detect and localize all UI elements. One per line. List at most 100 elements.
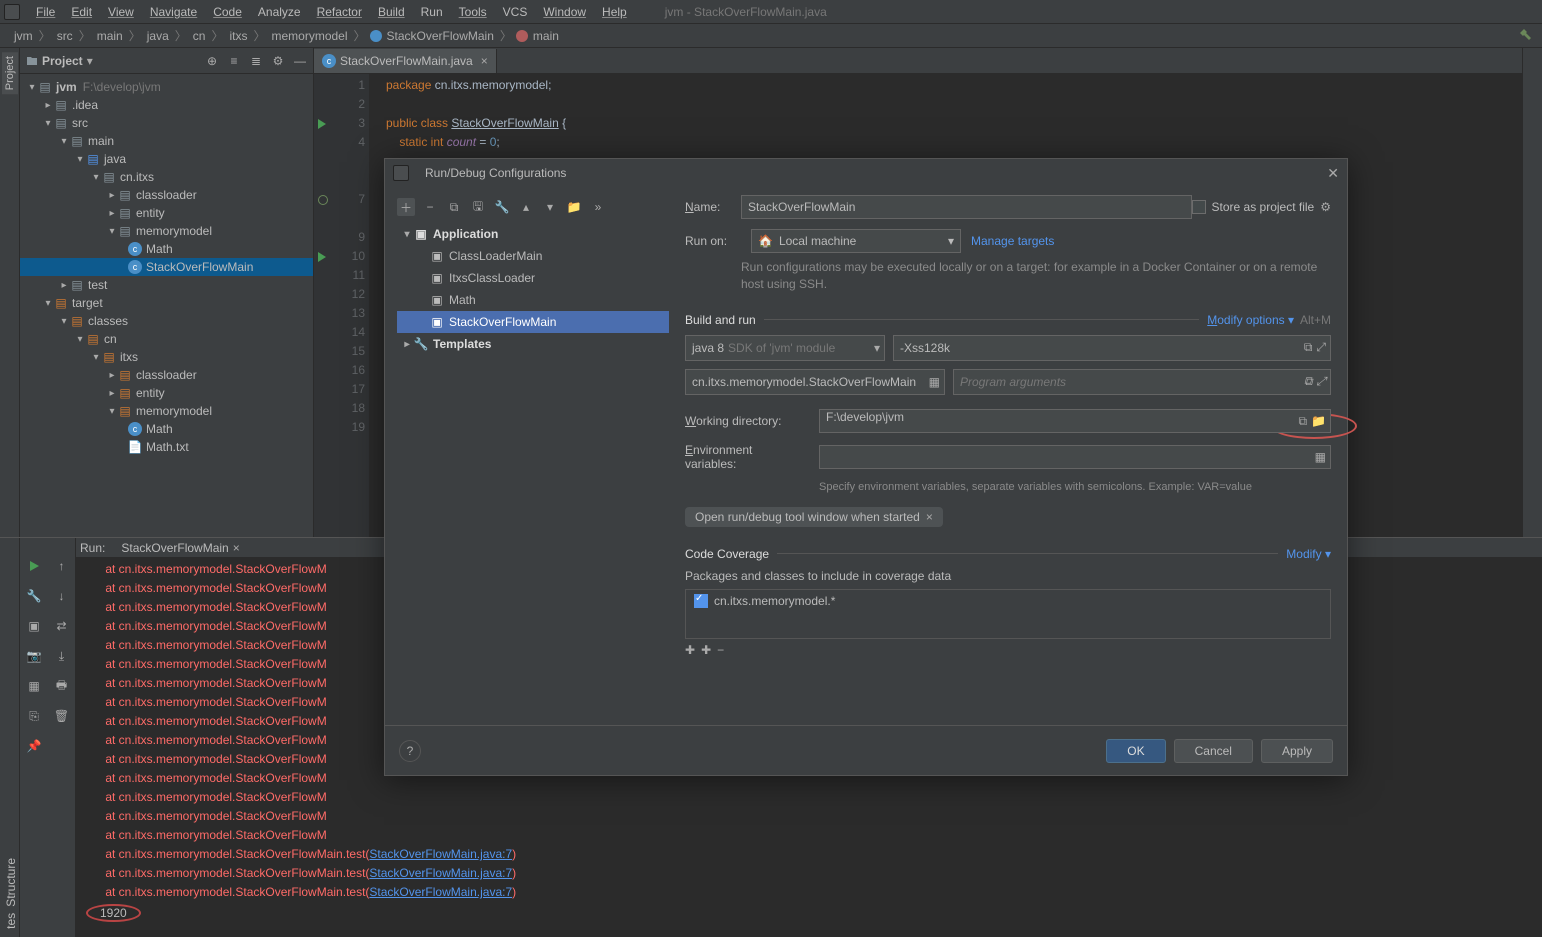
tree-cn[interactable]: ▾▤cn xyxy=(20,330,313,348)
menu-window[interactable]: Window xyxy=(535,3,594,21)
coverage-item[interactable]: cn.itxs.memorymodel.* xyxy=(714,594,835,608)
browse-icon[interactable]: ▦ xyxy=(929,375,940,389)
project-tab[interactable]: Project xyxy=(2,52,18,94)
browse-folder-icon[interactable]: 📁 xyxy=(1311,414,1326,429)
vm-options-input[interactable]: -Xss128k ⧉⤢ xyxy=(893,335,1331,361)
stacktrace-link[interactable]: StackOverFlowMain.java:7 xyxy=(369,847,512,861)
tree-idea[interactable]: ▸▤.idea xyxy=(20,96,313,114)
tree-main[interactable]: ▾▤main xyxy=(20,132,313,150)
config-stackoverflowmain[interactable]: ▣StackOverFlowMain xyxy=(397,311,669,333)
tree-stackoverflowmain[interactable]: cStackOverFlowMain xyxy=(20,258,313,276)
tree-t-memorymodel[interactable]: ▾▤memorymodel xyxy=(20,402,313,420)
tree-classloader[interactable]: ▸▤classloader xyxy=(20,186,313,204)
tree-memorymodel[interactable]: ▾▤memorymodel xyxy=(20,222,313,240)
run-gutter-icon[interactable] xyxy=(318,119,326,129)
structure-tab[interactable]: tes Structure xyxy=(2,854,20,933)
manage-targets-link[interactable]: Manage targets xyxy=(971,234,1054,248)
gear-icon[interactable]: ⚙ xyxy=(271,54,285,68)
run-tab[interactable]: StackOverFlowMain× xyxy=(113,539,247,557)
remove-pill-icon[interactable]: × xyxy=(926,510,933,524)
locate-icon[interactable]: ⊕ xyxy=(205,54,219,68)
override-gutter-icon[interactable] xyxy=(318,195,328,205)
tree-classes[interactable]: ▾▤classes xyxy=(20,312,313,330)
close-icon[interactable]: ✕ xyxy=(1327,165,1339,182)
layout-icon[interactable]: ▦ xyxy=(26,678,42,694)
tree-java[interactable]: ▾▤java xyxy=(20,150,313,168)
copy-icon[interactable]: ⧉ xyxy=(445,198,463,216)
add-class-icon[interactable]: ✚ xyxy=(701,643,711,657)
tree-root[interactable]: ▾▤jvmF:\develop\jvm xyxy=(20,78,313,96)
config-itxsclassloader[interactable]: ▣ItxsClassLoader xyxy=(397,267,669,289)
menu-edit[interactable]: Edit xyxy=(63,3,100,21)
name-input[interactable] xyxy=(741,195,1192,219)
config-classloadermain[interactable]: ▣ClassLoaderMain xyxy=(397,245,669,267)
wrench-icon[interactable]: 🔧 xyxy=(26,588,42,604)
crumb-method[interactable]: main xyxy=(531,29,561,43)
stop-icon[interactable]: ▣ xyxy=(26,618,42,634)
hammer-icon[interactable] xyxy=(1518,27,1534,43)
crumb-memorymodel[interactable]: memorymodel xyxy=(269,29,349,43)
add-icon[interactable]: ＋ xyxy=(397,198,415,216)
up-icon[interactable]: ↑ xyxy=(54,558,70,574)
tree-t-math[interactable]: cMath xyxy=(20,420,313,438)
run-on-select[interactable]: 🏠 Local machine ▾ xyxy=(751,229,961,253)
rerun-icon[interactable] xyxy=(26,558,42,574)
menu-file[interactable]: File xyxy=(28,3,63,21)
coverage-modify-link[interactable]: Modify ▾ xyxy=(1286,547,1331,561)
crumb-itxs[interactable]: itxs xyxy=(227,29,249,43)
env-input[interactable]: ▦ xyxy=(819,445,1331,469)
crumb-cn[interactable]: cn xyxy=(191,29,208,43)
menu-view[interactable]: View xyxy=(100,3,142,21)
wrap-icon[interactable]: ⇄ xyxy=(54,618,70,634)
run-gutter-icon[interactable] xyxy=(318,252,326,262)
menu-run[interactable]: Run xyxy=(413,3,451,21)
tree-itxs[interactable]: ▾▤itxs xyxy=(20,348,313,366)
sdk-select[interactable]: java 8SDK of 'jvm' module ▾ xyxy=(685,335,885,361)
menu-refactor[interactable]: Refactor xyxy=(309,3,370,21)
stacktrace-link[interactable]: StackOverFlowMain.java:7 xyxy=(369,866,512,880)
ok-button[interactable]: OK xyxy=(1106,739,1165,763)
config-templates[interactable]: ▸🔧Templates xyxy=(397,333,669,355)
save-icon[interactable]: 🖫 xyxy=(469,198,487,216)
down-icon[interactable]: ↓ xyxy=(54,588,70,604)
tree-cnitxs[interactable]: ▾▤cn.itxs xyxy=(20,168,313,186)
crumb-src[interactable]: src xyxy=(55,29,75,43)
tree-test[interactable]: ▸▤test xyxy=(20,276,313,294)
modify-options-link[interactable]: Modify options ▾ xyxy=(1207,313,1294,327)
expand-icon[interactable]: ⧉ xyxy=(1298,414,1307,429)
expand-all-icon[interactable]: ≡ xyxy=(227,54,241,68)
tree-entity[interactable]: ▸▤entity xyxy=(20,204,313,222)
trash-icon[interactable]: 🗑 xyxy=(54,708,70,724)
menu-vcs[interactable]: VCS xyxy=(495,3,536,21)
tree-t-entity[interactable]: ▸▤entity xyxy=(20,384,313,402)
camera-icon[interactable]: 📷 xyxy=(26,648,42,664)
store-checkbox[interactable] xyxy=(1192,200,1206,214)
tree-math-class[interactable]: cMath xyxy=(20,240,313,258)
crumb-class[interactable]: StackOverFlowMain xyxy=(385,29,496,43)
maximize-icon[interactable]: ⤢ xyxy=(1316,340,1326,355)
cancel-button[interactable]: Cancel xyxy=(1174,739,1253,763)
hide-icon[interactable]: — xyxy=(293,54,307,68)
menu-help[interactable]: Help xyxy=(594,3,635,21)
apply-button[interactable]: Apply xyxy=(1261,739,1333,763)
close-icon[interactable]: × xyxy=(481,54,488,68)
exit-icon[interactable]: ⎘ xyxy=(26,708,42,724)
edit-icon[interactable]: 🔧 xyxy=(493,198,511,216)
editor-tab[interactable]: c StackOverFlowMain.java × xyxy=(314,49,497,73)
crumb-jvm[interactable]: jvm xyxy=(12,29,35,43)
tree-src[interactable]: ▾▤src xyxy=(20,114,313,132)
remove-icon[interactable]: − xyxy=(421,198,439,216)
expand-icon[interactable]: ⧉ xyxy=(1304,340,1313,355)
close-icon[interactable]: × xyxy=(233,541,240,555)
project-panel-title[interactable]: Project xyxy=(42,54,83,68)
tree-target[interactable]: ▾▤target xyxy=(20,294,313,312)
expand-icon[interactable]: » xyxy=(589,198,607,216)
menu-code[interactable]: Code xyxy=(205,3,250,21)
print-icon[interactable]: 🖶 xyxy=(54,678,70,694)
config-application[interactable]: ▾▣Application xyxy=(397,223,669,245)
menu-analyze[interactable]: Analyze xyxy=(250,3,309,21)
down-icon[interactable]: ▾ xyxy=(541,198,559,216)
maximize-icon[interactable]: ⤢ xyxy=(1316,374,1326,389)
main-class-input[interactable]: cn.itxs.memorymodel.StackOverFlowMain ▦ xyxy=(685,369,945,395)
menu-tools[interactable]: Tools xyxy=(451,3,495,21)
